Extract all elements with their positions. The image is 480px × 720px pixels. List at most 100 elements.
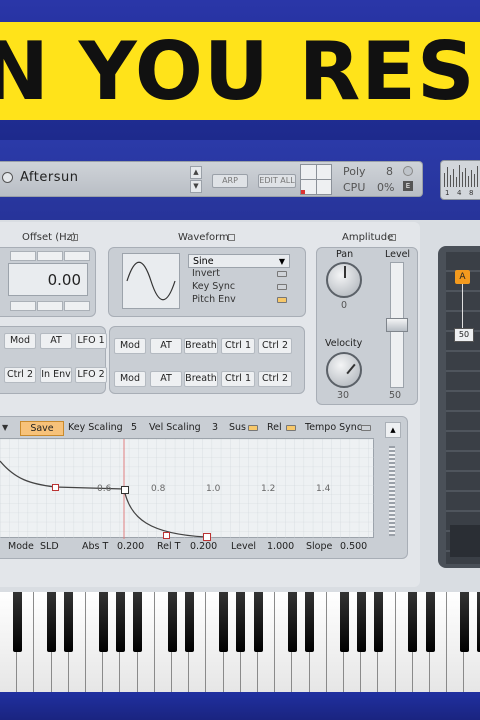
- arp-button[interactable]: ARP: [212, 174, 248, 188]
- power-icon[interactable]: [2, 172, 13, 183]
- abs-t-label: Abs T: [82, 541, 109, 552]
- piano-keyboard[interactable]: [0, 592, 480, 692]
- black-key[interactable]: [115, 592, 125, 652]
- mode-value[interactable]: SLD: [40, 541, 59, 552]
- offset-display[interactable]: 0.00: [8, 263, 88, 296]
- preset-name[interactable]: Aftersun: [20, 170, 78, 185]
- mod-right-r2-c3[interactable]: Breath: [184, 371, 218, 387]
- mod-left-r2-c2[interactable]: In Env: [40, 367, 72, 383]
- edit-all-button[interactable]: EDIT ALL: [258, 174, 296, 188]
- mod-left-r1-c3[interactable]: LFO 1: [75, 333, 107, 349]
- mod-right-r1-c5[interactable]: Ctrl 2: [258, 338, 292, 354]
- cpu-label: CPU: [343, 181, 366, 194]
- key-sync-toggle[interactable]: [277, 284, 287, 290]
- mod-left-r2-c3[interactable]: LFO 2: [75, 367, 107, 383]
- sine-wave-icon: [126, 261, 176, 301]
- grid-label-1.2: 1.2: [261, 484, 276, 494]
- rel-toggle[interactable]: [286, 425, 296, 431]
- tempo-sync-label: Tempo Sync: [305, 422, 363, 433]
- cpu-value: 0%: [377, 181, 395, 194]
- pitch-env-toggle[interactable]: [277, 297, 287, 303]
- amplitude-menu-icon[interactable]: [389, 234, 396, 241]
- black-key[interactable]: [305, 592, 315, 652]
- pan-knob[interactable]: [326, 262, 362, 298]
- black-key[interactable]: [12, 592, 22, 652]
- mod-right-r1-c3[interactable]: Breath: [184, 338, 218, 354]
- black-key[interactable]: [356, 592, 366, 652]
- offset-mid-down[interactable]: [37, 301, 63, 311]
- black-key[interactable]: [236, 592, 246, 652]
- preset-up-icon[interactable]: ▲: [190, 166, 202, 179]
- black-key[interactable]: [98, 592, 108, 652]
- meter-box: 1 4 8: [440, 160, 480, 200]
- black-key[interactable]: [184, 592, 194, 652]
- envelope-menu-icon[interactable]: ▼: [2, 423, 8, 432]
- black-key[interactable]: [253, 592, 263, 652]
- scroll-up-icon[interactable]: ▲: [385, 422, 401, 438]
- envelope-scrollbar[interactable]: [389, 446, 395, 536]
- mod-right-r1-c1[interactable]: Mod: [114, 338, 146, 354]
- abs-t-value[interactable]: 0.200: [117, 541, 144, 552]
- pan-label: Pan: [336, 249, 354, 260]
- vel-scaling-value[interactable]: 3: [212, 422, 218, 433]
- offset-fine-up[interactable]: [64, 251, 90, 261]
- slope-value[interactable]: 0.500: [340, 541, 367, 552]
- rel-t-label: Rel T: [157, 541, 181, 552]
- env-point-1[interactable]: [52, 484, 59, 491]
- waveform-select[interactable]: Sine ▼: [188, 254, 290, 268]
- black-key[interactable]: [339, 592, 349, 652]
- velocity-label: Velocity: [325, 338, 363, 349]
- env-point-2[interactable]: [163, 532, 170, 539]
- black-key[interactable]: [219, 592, 229, 652]
- key-scaling-label: Key Scaling: [68, 422, 123, 433]
- black-key[interactable]: [167, 592, 177, 652]
- env-point-sustain[interactable]: [121, 486, 129, 494]
- meter-label-1: 1: [445, 189, 450, 197]
- grid-label-0.8: 0.8: [151, 484, 166, 494]
- tempo-sync-toggle[interactable]: [361, 425, 371, 431]
- velocity-knob[interactable]: [326, 352, 362, 388]
- black-key[interactable]: [408, 592, 418, 652]
- mod-right-r1-c2[interactable]: AT: [150, 338, 182, 354]
- waveform-menu-icon[interactable]: [228, 234, 235, 241]
- mod-left-r1-c2[interactable]: AT: [40, 333, 72, 349]
- level-slider-handle[interactable]: [386, 318, 408, 332]
- offset-coarse-down[interactable]: [10, 301, 36, 311]
- mod-right-r2-c4[interactable]: Ctrl 1: [221, 371, 255, 387]
- save-button[interactable]: Save: [20, 421, 64, 436]
- offset-menu-icon[interactable]: [71, 234, 78, 241]
- grid-label-1.0: 1.0: [206, 484, 221, 494]
- black-key[interactable]: [425, 592, 435, 652]
- rel-t-value[interactable]: 0.200: [190, 541, 217, 552]
- env-point-release[interactable]: [203, 533, 211, 541]
- offset-coarse-up[interactable]: [10, 251, 36, 261]
- mod-left-r1-c1[interactable]: Mod: [4, 333, 36, 349]
- mod-right-r2-c5[interactable]: Ctrl 2: [258, 371, 292, 387]
- preset-down-icon[interactable]: ▼: [190, 180, 202, 193]
- view-grid-icon[interactable]: [300, 164, 332, 195]
- mod-right-r1-c4[interactable]: Ctrl 1: [221, 338, 255, 354]
- level-param-value[interactable]: 1.000: [267, 541, 294, 552]
- offset-fine-down[interactable]: [64, 301, 90, 311]
- black-key[interactable]: [373, 592, 383, 652]
- sus-label: Sus: [229, 422, 247, 433]
- meter-bars-icon: [444, 165, 478, 187]
- title-banner: N YOU RESIS: [0, 22, 480, 120]
- black-key[interactable]: [64, 592, 74, 652]
- invert-toggle[interactable]: [277, 271, 287, 277]
- black-key[interactable]: [287, 592, 297, 652]
- mod-right-r2-c2[interactable]: AT: [150, 371, 182, 387]
- mod-left-r2-c1[interactable]: Ctrl 2: [4, 367, 36, 383]
- black-key[interactable]: [459, 592, 469, 652]
- sus-toggle[interactable]: [248, 425, 258, 431]
- black-key[interactable]: [133, 592, 143, 652]
- side-badge-a[interactable]: A: [455, 270, 470, 284]
- envelope-graph[interactable]: 0.6 0.8 1.0 1.2 1.4: [0, 438, 374, 541]
- black-key[interactable]: [47, 592, 57, 652]
- offset-mid-up[interactable]: [37, 251, 63, 261]
- e-button[interactable]: E: [403, 181, 413, 191]
- mod-right-r2-c1[interactable]: Mod: [114, 371, 146, 387]
- side-value[interactable]: 50: [454, 328, 474, 342]
- waveform-title: Waveform: [178, 232, 229, 243]
- key-scaling-value[interactable]: 5: [131, 422, 137, 433]
